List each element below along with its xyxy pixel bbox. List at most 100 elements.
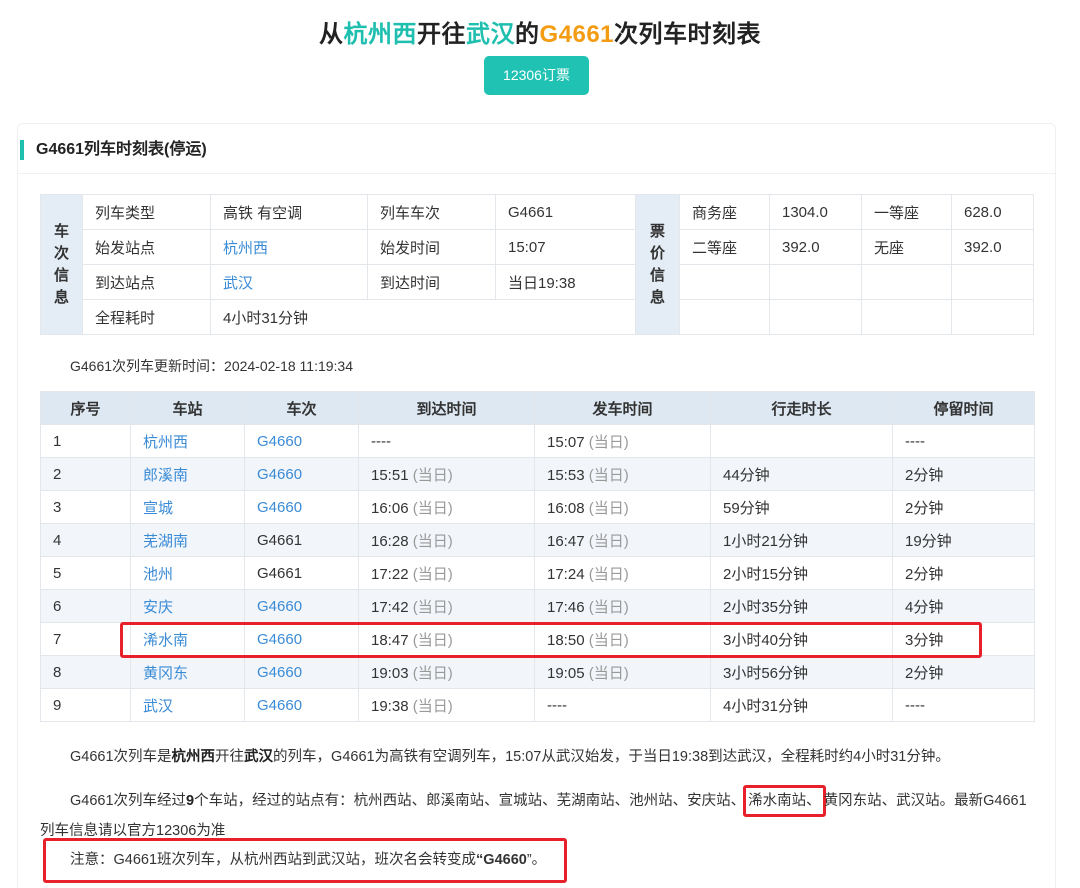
start-station-link[interactable]: 杭州西 — [210, 229, 368, 265]
stay-duration: 19分钟 — [892, 523, 1035, 557]
stay-duration: 2分钟 — [892, 457, 1035, 491]
train-number: G4661 — [244, 556, 359, 590]
seat-price: 628.0 — [951, 194, 1034, 230]
stay-duration: 3分钟 — [892, 622, 1035, 656]
stop-index: 6 — [40, 589, 131, 623]
table-row: 1 杭州西 G4660 ---- 15:07 (当日) ---- — [40, 424, 1035, 458]
empty-cell — [861, 264, 952, 300]
stop-index: 8 — [40, 655, 131, 689]
train-link[interactable]: G4660 — [244, 457, 359, 491]
arrive-time: 19:03 (当日) — [358, 655, 535, 689]
train-link[interactable]: G4660 — [244, 424, 359, 458]
empty-cell — [861, 299, 952, 335]
stops-table: 序号 车站 车次 到达时间 发车时间 行走时长 停留时间 1 杭州西 G4660 ---- 15:0… — [40, 391, 1035, 722]
table-row: 6 安庆 G4660 17:42 (当日) 17:46 (当日) 2小时35分钟 4分钟 — [40, 589, 1035, 623]
train-link[interactable]: G4660 — [244, 655, 359, 689]
empty-cell — [679, 264, 770, 300]
station-link[interactable]: 郎溪南 — [130, 457, 245, 491]
stop-index: 5 — [40, 556, 131, 590]
travel-duration — [710, 424, 893, 458]
stay-duration: 2分钟 — [892, 556, 1035, 590]
table-row: 3 宣城 G4660 16:06 (当日) 16:08 (当日) 59分钟 2分钟 — [40, 490, 1035, 524]
empty-cell — [769, 299, 862, 335]
train-info-label: 车次信息 — [40, 194, 83, 335]
stop-index: 3 — [40, 490, 131, 524]
table-row: 7 浠水南 G4660 18:47 (当日) 18:50 (当日) 3小时40分钟 3分钟 — [40, 622, 1035, 656]
book-12306-button[interactable]: 12306订票 — [484, 56, 589, 95]
stations-paragraph: G4661次列车经过9个车站，经过的站点有：杭州西站、郎溪南站、宣城站、芜湖南站… — [40, 785, 1030, 845]
depart-time: 17:46 (当日) — [534, 589, 711, 623]
train-type-label: 列车类型 — [82, 194, 211, 230]
title-prefix: 从 — [318, 21, 344, 48]
section-title: G4661列车时刻表(停运) — [20, 140, 207, 160]
station-link[interactable]: 杭州西 — [130, 424, 245, 458]
table-row: 8 黄冈东 G4660 19:03 (当日) 19:05 (当日) 3小时56分钟 2分钟 — [40, 655, 1035, 689]
start-time-label: 始发时间 — [367, 229, 496, 265]
summary-paragraph: G4661次列车是杭州西开往武汉的列车，G4661为高铁有空调列车，15:07从… — [70, 749, 950, 765]
end-time-value: 当日19:38 — [495, 264, 636, 300]
title-suffix: 次列车时刻表 — [614, 21, 762, 48]
divider — [18, 173, 1055, 174]
station-link[interactable]: 宣城 — [130, 490, 245, 524]
train-no-label: 列车车次 — [367, 194, 496, 230]
table-row: 4 芜湖南 G4661 16:28 (当日) 16:47 (当日) 1小时21分钟 19分钟 — [40, 523, 1035, 557]
arrive-time: ---- — [358, 424, 535, 458]
arrive-time: 19:38 (当日) — [358, 688, 535, 722]
end-station-link[interactable]: 武汉 — [210, 264, 368, 300]
station-link[interactable]: 浠水南 — [130, 622, 245, 656]
travel-duration: 3小时56分钟 — [710, 655, 893, 689]
column-header: 车站 — [130, 391, 245, 425]
arrive-time: 16:28 (当日) — [358, 523, 535, 557]
train-number: G4661 — [244, 523, 359, 557]
depart-time: 15:07 (当日) — [534, 424, 711, 458]
duration-value: 4小时31分钟 — [210, 299, 636, 335]
station-link[interactable]: 黄冈东 — [130, 655, 245, 689]
station-link[interactable]: 武汉 — [130, 688, 245, 722]
travel-duration: 4小时31分钟 — [710, 688, 893, 722]
station-link[interactable]: 安庆 — [130, 589, 245, 623]
train-link[interactable]: G4660 — [244, 589, 359, 623]
seat-price: 392.0 — [951, 229, 1034, 265]
stop-index: 4 — [40, 523, 131, 557]
depart-time: 15:53 (当日) — [534, 457, 711, 491]
column-header: 序号 — [40, 391, 131, 425]
depart-time: 18:50 (当日) — [534, 622, 711, 656]
column-header: 车次 — [244, 391, 359, 425]
stay-duration: 2分钟 — [892, 490, 1035, 524]
seat-price: 1304.0 — [769, 194, 862, 230]
train-link[interactable]: G4660 — [244, 490, 359, 524]
travel-duration: 2小时35分钟 — [710, 589, 893, 623]
station-link[interactable]: 芜湖南 — [130, 523, 245, 557]
seat-label: 二等座 — [679, 229, 770, 265]
notice-box: 注意：G4661班次列车，从杭州西站到武汉站，班次名会转变成“G4660”。 — [43, 838, 567, 883]
arrive-time: 17:22 (当日) — [358, 556, 535, 590]
seat-price: 392.0 — [769, 229, 862, 265]
empty-cell — [769, 264, 862, 300]
travel-duration: 44分钟 — [710, 457, 893, 491]
stop-index: 2 — [40, 457, 131, 491]
empty-cell — [951, 264, 1034, 300]
stay-duration: 2分钟 — [892, 655, 1035, 689]
stop-index: 1 — [40, 424, 131, 458]
table-row: 9 武汉 G4660 19:38 (当日) ---- 4小时31分钟 ---- — [40, 688, 1035, 722]
empty-cell — [679, 299, 770, 335]
seat-label: 无座 — [861, 229, 952, 265]
depart-time: 16:47 (当日) — [534, 523, 711, 557]
arrive-time: 18:47 (当日) — [358, 622, 535, 656]
depart-time: ---- — [534, 688, 711, 722]
column-header: 到达时间 — [358, 391, 535, 425]
highlight-box-station: 浠水南站、 — [743, 785, 826, 817]
station-link[interactable]: 池州 — [130, 556, 245, 590]
start-time-value: 15:07 — [495, 229, 636, 265]
train-no-value: G4661 — [495, 194, 636, 230]
train-link[interactable]: G4660 — [244, 688, 359, 722]
train-info-table: 车次信息 列车类型 高铁 有空调 列车车次 G4661 票价信息 商务座 130… — [40, 194, 1034, 335]
start-station-label: 始发站点 — [82, 229, 211, 265]
travel-duration: 1小时21分钟 — [710, 523, 893, 557]
price-info-label: 票价信息 — [635, 194, 680, 335]
table-row: 5 池州 G4661 17:22 (当日) 17:24 (当日) 2小时15分钟 2分钟 — [40, 556, 1035, 590]
train-link[interactable]: G4660 — [244, 622, 359, 656]
column-header: 发车时间 — [534, 391, 711, 425]
travel-duration: 59分钟 — [710, 490, 893, 524]
stop-index: 7 — [40, 622, 131, 656]
